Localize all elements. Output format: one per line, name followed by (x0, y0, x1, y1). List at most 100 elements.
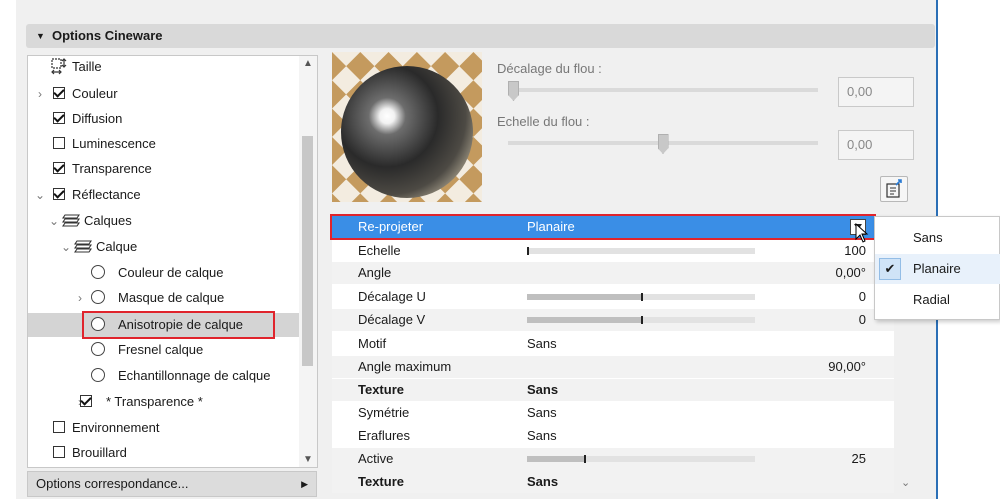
menu-item-sans[interactable]: Sans (875, 223, 1000, 253)
tree-item-label: Diffusion (72, 111, 123, 126)
tree-item-calque[interactable]: ⌄ Calque (60, 235, 260, 259)
tree-item-diffusion[interactable]: Diffusion (34, 107, 234, 131)
checkbox[interactable] (53, 162, 65, 174)
tree-item-brouillard[interactable]: Brouillard (34, 441, 234, 465)
scrollbar-thumb[interactable] (302, 136, 313, 366)
tree-item-environnement[interactable]: Environnement (34, 416, 234, 440)
checkmark-icon: ✔ (879, 258, 901, 280)
prop-row-decalage-v[interactable]: Décalage V 0 (332, 309, 894, 331)
tree-item-calques[interactable]: ⌄ Calques (48, 209, 248, 233)
tree-item-label: Anisotropie de calque (118, 317, 244, 332)
blur-offset-field[interactable]: 0,00 (838, 77, 914, 107)
menu-item-planaire[interactable]: ✔ Planaire (875, 254, 1000, 284)
prop-value[interactable]: 0 (859, 286, 866, 308)
prop-value[interactable]: Sans (527, 379, 558, 401)
checkbox[interactable] (53, 137, 65, 149)
prop-name: Active (358, 451, 394, 466)
export-icon (886, 179, 902, 198)
prop-name: Re-projeter (358, 219, 424, 234)
export-button[interactable] (880, 176, 908, 202)
prop-value[interactable]: 100 (844, 240, 866, 262)
prop-row-eraflures[interactable]: Eraflures Sans (332, 425, 894, 447)
scroll-down-icon[interactable]: ▼ (303, 454, 313, 465)
prop-row-motif[interactable]: Motif Sans (332, 333, 894, 355)
checkbox[interactable] (53, 446, 65, 458)
radio-icon (91, 368, 105, 382)
scroll-up-icon[interactable]: ▲ (303, 58, 313, 69)
prop-value[interactable]: 25 (852, 448, 866, 470)
prop-value[interactable]: 0 (859, 309, 866, 331)
prop-value[interactable]: Planaire (527, 216, 575, 238)
prop-slider-marker[interactable] (527, 247, 529, 255)
prop-slider-marker[interactable] (641, 316, 643, 324)
prop-value[interactable]: Sans (527, 402, 557, 424)
tree-item-label: * Transparence * (106, 394, 203, 409)
property-grid: Re-projeter Planaire Echelle 100 Angle 0… (332, 216, 894, 474)
tree-item-label: Calque (96, 239, 138, 254)
prop-slider-marker[interactable] (641, 293, 643, 301)
tree-scrollbar[interactable]: ▲ ▼ (299, 55, 318, 468)
prop-row-angle[interactable]: Angle 0,00° (332, 262, 894, 284)
prop-value[interactable]: Sans (527, 425, 557, 447)
material-preview (332, 52, 482, 202)
prop-value[interactable]: Sans (527, 333, 557, 355)
prop-value[interactable]: 90,00° (828, 356, 866, 378)
prop-row-texture-2[interactable]: Texture Sans (332, 471, 894, 493)
prop-name: Symétrie (358, 405, 410, 420)
prop-name: Motif (358, 336, 387, 351)
material-preview-image (332, 52, 482, 202)
chevron-down-icon[interactable]: ⌄ (60, 235, 72, 259)
prop-row-active[interactable]: Active 25 (332, 448, 894, 470)
prop-slider[interactable] (527, 455, 755, 463)
checkbox[interactable] (53, 188, 65, 200)
tree-item-fresnel-calque[interactable]: Fresnel calque (74, 338, 294, 362)
prop-row-decalage-u[interactable]: Décalage U 0 (332, 286, 894, 308)
tree-item-reflectance[interactable]: ⌄ Réflectance (34, 183, 234, 207)
prop-value[interactable]: 0,00° (835, 262, 866, 284)
tree-item-transparence[interactable]: Transparence (34, 157, 234, 181)
menu-item-label: Sans (913, 230, 943, 245)
chevron-down-icon[interactable]: ⌄ (48, 209, 60, 233)
tree-item-masque-de-calque[interactable]: › Masque de calque (74, 286, 294, 310)
prop-slider[interactable] (527, 247, 755, 255)
prop-name: Texture (358, 382, 404, 397)
tree-item-label: Taille (72, 59, 102, 74)
prop-row-re-projeter[interactable]: Re-projeter Planaire (332, 216, 894, 238)
blur-scale-field[interactable]: 0,00 (838, 130, 914, 160)
tree-item-anisotropie-de-calque[interactable]: Anisotropie de calque (74, 313, 294, 337)
prop-value[interactable]: Sans (527, 471, 558, 493)
tree-item-couleur[interactable]: › Couleur (34, 82, 234, 106)
prop-slider[interactable] (527, 316, 755, 324)
prop-row-angle-maximum[interactable]: Angle maximum 90,00° (332, 356, 894, 378)
prop-row-echelle[interactable]: Echelle 100 (332, 240, 894, 262)
tree-item-label: Environnement (72, 420, 160, 435)
prop-slider-fill (527, 456, 584, 462)
prop-slider-marker[interactable] (584, 455, 586, 463)
tree-item-transparence-layer[interactable]: › * Transparence * (60, 390, 280, 414)
checkbox[interactable] (53, 112, 65, 124)
menu-item-radial[interactable]: Radial (875, 285, 1000, 315)
tree-item-label: Fresnel calque (118, 342, 204, 357)
collapse-triangle-icon[interactable]: ▼ (36, 24, 45, 48)
tree-item-echantillonnage-de-calque[interactable]: Echantillonnage de calque (74, 364, 298, 388)
prop-row-texture[interactable]: Texture Sans (332, 379, 894, 401)
chevron-right-icon[interactable]: › (34, 82, 46, 106)
tree-item-luminescence[interactable]: Luminescence (34, 132, 234, 156)
section-title: Options Cineware (52, 28, 163, 43)
prop-row-symetrie[interactable]: Symétrie Sans (332, 402, 894, 424)
prop-slider-fill (527, 294, 641, 300)
checkbox[interactable] (53, 87, 65, 99)
checkbox[interactable] (53, 421, 65, 433)
chevron-right-icon[interactable]: › (74, 286, 86, 310)
checkbox[interactable] (80, 395, 92, 407)
options-correspondance-button[interactable]: Options correspondance... ▶ (27, 471, 317, 497)
section-header[interactable]: ▼ Options Cineware (26, 24, 935, 48)
tree-item-couleur-de-calque[interactable]: Couleur de calque (74, 261, 294, 285)
chevron-down-icon[interactable]: ⌄ (34, 183, 46, 207)
radio-icon (91, 342, 105, 356)
tree-item-label: Calques (84, 213, 132, 228)
prop-slider[interactable] (527, 293, 755, 301)
tree-item-taille[interactable]: Taille (46, 55, 246, 79)
blur-offset-slider[interactable] (508, 88, 818, 92)
chevron-down-icon[interactable]: ⌄ (901, 476, 910, 489)
